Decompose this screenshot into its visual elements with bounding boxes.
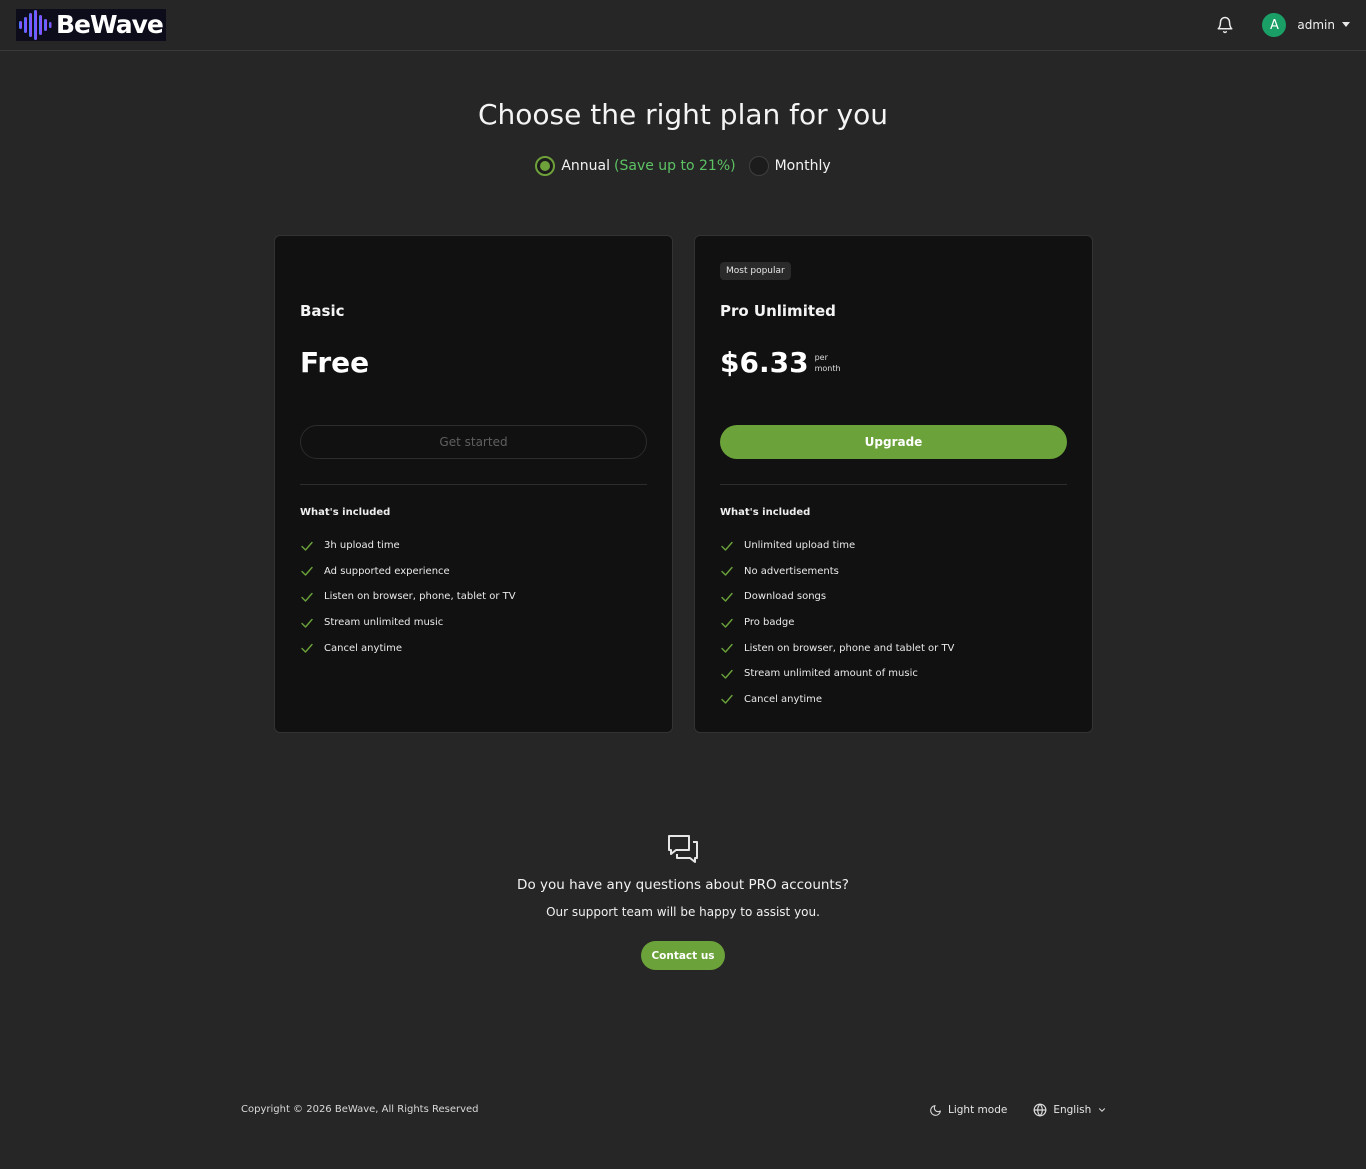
check-icon xyxy=(720,641,734,655)
list-item: Listen on browser, phone and tablet or T… xyxy=(720,635,954,661)
price-amount: $6.33 xyxy=(720,346,809,379)
most-popular-badge: Most popular xyxy=(720,262,791,280)
caret-down-icon[interactable] xyxy=(1342,21,1350,27)
price-amount: Free xyxy=(300,346,370,379)
plan-card-pro: Most popular Pro Unlimited $6.33 per mon… xyxy=(694,235,1093,733)
language-label: English xyxy=(1053,1104,1092,1116)
feature-text: Pro badge xyxy=(744,617,795,629)
soundwave-logo-icon xyxy=(19,10,52,40)
feature-text: Unlimited upload time xyxy=(744,540,856,552)
feature-text: Cancel anytime xyxy=(324,642,403,654)
header-actions: A admin xyxy=(1216,13,1350,37)
list-item: Unlimited upload time xyxy=(720,533,954,559)
list-item: No advertisements xyxy=(720,559,954,585)
light-mode-toggle[interactable]: Light mode xyxy=(929,1104,1007,1117)
list-item: Cancel anytime xyxy=(300,635,516,661)
feature-text: Listen on browser, phone and tablet or T… xyxy=(744,642,955,654)
feature-text: 3h upload time xyxy=(324,540,400,552)
feature-text: Download songs xyxy=(744,591,827,603)
list-item: 3h upload time xyxy=(300,533,516,559)
check-icon xyxy=(720,692,734,706)
check-icon xyxy=(300,616,314,630)
light-mode-label: Light mode xyxy=(948,1104,1008,1116)
monthly-radio[interactable] xyxy=(748,156,769,176)
plan-price: $6.33 per month xyxy=(720,346,841,379)
footer-controls: Light mode English xyxy=(929,1103,1107,1117)
chat-bubbles-icon xyxy=(667,834,699,864)
check-icon xyxy=(720,564,734,578)
billing-period-toggle: Annual (Save up to 21%) Monthly xyxy=(0,156,1366,176)
feature-text: Listen on browser, phone, tablet or TV xyxy=(324,591,516,603)
support-question: Do you have any questions about PRO acco… xyxy=(517,877,849,893)
plan-name: Pro Unlimited xyxy=(720,302,836,320)
contact-us-button[interactable]: Contact us xyxy=(641,941,725,970)
list-item: Download songs xyxy=(720,584,954,610)
annual-label: Annual xyxy=(561,158,611,174)
list-item: Pro badge xyxy=(720,610,954,636)
check-icon xyxy=(300,564,314,578)
list-item: Ad supported experience xyxy=(300,559,516,585)
feature-text: Cancel anytime xyxy=(744,693,823,705)
annual-radio[interactable] xyxy=(535,156,556,176)
page-title: Choose the right plan for you xyxy=(477,98,889,131)
logo-text: BeWave xyxy=(56,10,164,39)
copyright-text: Copyright © 2026 BeWave, All Rights Rese… xyxy=(241,1104,479,1115)
check-icon xyxy=(720,590,734,604)
annual-option[interactable]: Annual (Save up to 21%) xyxy=(535,156,736,176)
feature-text: Ad supported experience xyxy=(324,565,450,577)
top-header: BeWave A admin xyxy=(0,0,1366,51)
check-icon xyxy=(300,590,314,604)
price-unit-month: month xyxy=(814,364,841,373)
price-unit: per month xyxy=(815,352,841,374)
monthly-option[interactable]: Monthly xyxy=(748,156,831,176)
feature-list: Unlimited upload time No advertisements … xyxy=(720,533,954,712)
get-started-button[interactable]: Get started xyxy=(300,425,647,459)
check-icon xyxy=(720,539,734,553)
check-icon xyxy=(720,616,734,630)
language-selector[interactable]: English xyxy=(1033,1103,1107,1117)
included-title: What's included xyxy=(720,507,811,518)
globe-icon xyxy=(1033,1103,1047,1117)
plan-card-basic: Basic Free Get started What's included 3… xyxy=(274,235,673,733)
chevron-down-icon xyxy=(1099,1108,1106,1112)
list-item: Cancel anytime xyxy=(720,687,954,713)
check-icon xyxy=(300,539,314,553)
divider xyxy=(300,484,647,485)
upgrade-button[interactable]: Upgrade xyxy=(720,425,1067,459)
avatar[interactable]: A xyxy=(1262,13,1287,37)
feature-text: Stream unlimited music xyxy=(324,617,444,629)
list-item: Listen on browser, phone, tablet or TV xyxy=(300,584,516,610)
divider xyxy=(720,484,1067,485)
feature-text: Stream unlimited amount of music xyxy=(744,668,918,680)
list-item: Stream unlimited amount of music xyxy=(720,661,954,687)
username-menu[interactable]: admin xyxy=(1297,18,1335,32)
monthly-label: Monthly xyxy=(774,158,831,174)
moon-icon xyxy=(930,1104,941,1116)
bell-icon[interactable] xyxy=(1216,16,1234,34)
feature-text: No advertisements xyxy=(744,565,839,577)
bewave-logo[interactable]: BeWave xyxy=(16,9,166,41)
plan-price: Free xyxy=(300,346,369,379)
check-icon xyxy=(300,641,314,655)
check-icon xyxy=(720,667,734,681)
list-item: Stream unlimited music xyxy=(300,610,516,636)
included-title: What's included xyxy=(300,507,391,518)
support-subtitle: Our support team will be happy to assist… xyxy=(546,905,820,919)
annual-save-note: (Save up to 21%) xyxy=(614,158,736,174)
plan-name: Basic xyxy=(300,302,345,320)
price-unit-per: per xyxy=(814,353,828,362)
feature-list: 3h upload time Ad supported experience L… xyxy=(300,533,516,661)
